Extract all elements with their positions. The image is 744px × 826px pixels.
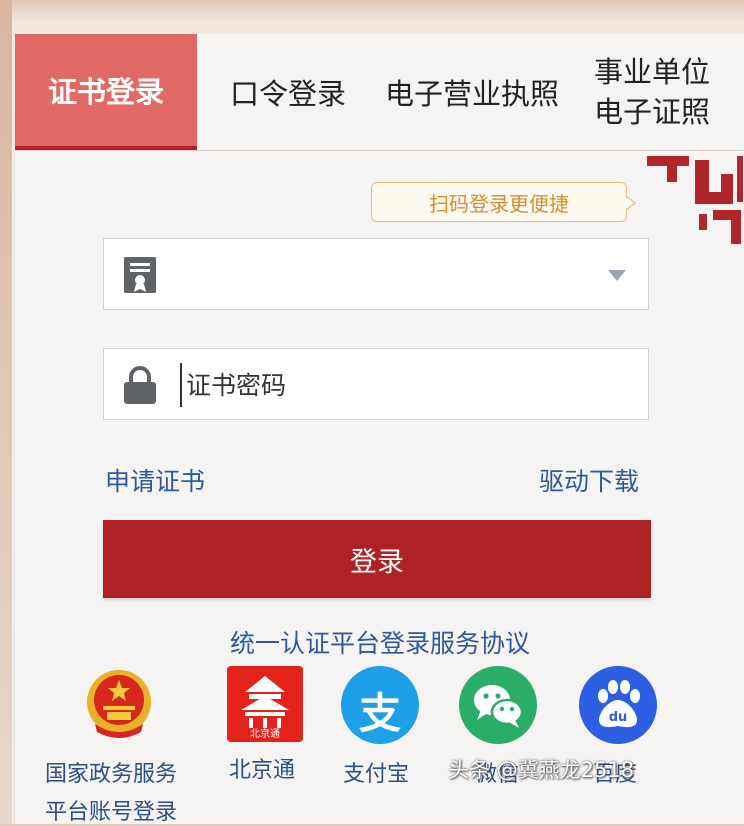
alipay-login[interactable]: 支 — [341, 666, 419, 744]
certificate-icon — [124, 257, 156, 293]
alipay-icon: 支 — [358, 689, 401, 738]
alipay-label: 支付宝 — [343, 762, 410, 787]
tab-e-license-label: 电子营业执照 — [384, 77, 559, 111]
cert-select[interactable] — [103, 238, 649, 310]
gov-service-login[interactable] — [81, 666, 157, 742]
login-button[interactable]: 登录 — [103, 520, 651, 598]
page-edge — [0, 0, 12, 824]
wechat-login[interactable] — [459, 666, 537, 744]
national-emblem-icon — [87, 670, 151, 738]
cert-password-input[interactable] — [180, 363, 628, 407]
qr-login-tip: 扫码登录更便捷 — [371, 182, 636, 222]
apply-cert-link[interactable]: 申请证书 — [105, 462, 205, 498]
login-tabs: 证书登录 口令登录 电子营业执照 事业单位 电子证照 — [15, 34, 744, 151]
tab-cert-login-label: 证书登录 — [47, 75, 164, 109]
watermark-text: 头条 @冀燕龙2518 — [448, 758, 635, 782]
beijing-tong-login[interactable]: 北京通 — [227, 666, 303, 742]
qr-corner-icon[interactable] — [629, 152, 744, 252]
baidu-paw-icon — [598, 680, 640, 728]
gov-service-label-line1: 国家政务服务 — [45, 762, 178, 787]
beijing-tong-label: 北京通 — [229, 758, 296, 783]
tab-password-login[interactable]: 口令登录 — [219, 34, 357, 150]
lock-icon — [124, 366, 156, 404]
tab-institution-label-line1: 事业单位 — [593, 55, 710, 89]
baidu-login[interactable]: du — [579, 666, 657, 744]
tab-institution-label-line2: 电子证照 — [593, 95, 710, 129]
login-panel: 证书登录 口令登录 电子营业执照 事业单位 电子证照 扫码登录更便捷 申请证书 … — [14, 34, 744, 825]
tab-e-license[interactable]: 电子营业执照 — [377, 34, 567, 150]
gov-service-label-line2: 平台账号登录 — [45, 800, 178, 825]
tab-institution-license[interactable]: 事业单位 电子证照 — [587, 34, 717, 150]
triangle-down-icon[interactable] — [608, 270, 626, 281]
tab-cert-login[interactable]: 证书登录 — [15, 34, 197, 150]
wechat-icon — [474, 685, 524, 728]
tab-password-login-label: 口令登录 — [229, 77, 346, 111]
beijing-tong-badge-text: 北京通 — [250, 729, 280, 740]
password-field — [103, 348, 649, 420]
baidu-glyph: du — [608, 710, 628, 725]
service-agreement-link[interactable]: 统一认证平台登录服务协议 — [15, 624, 744, 660]
qr-login-tip-text: 扫码登录更便捷 — [429, 191, 569, 216]
driver-download-link[interactable]: 驱动下载 — [539, 462, 639, 498]
